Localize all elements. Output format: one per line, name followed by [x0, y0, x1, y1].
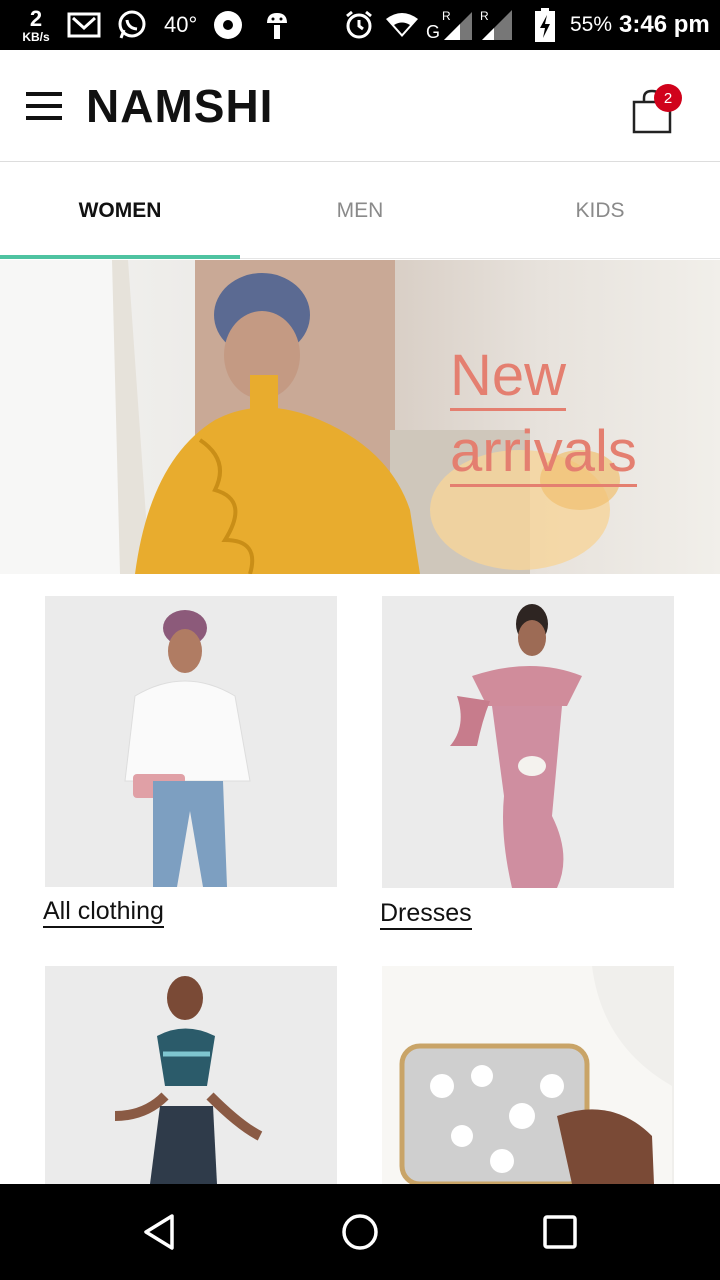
hero-title-line2: arrivals: [450, 420, 637, 487]
tab-indicator: [0, 255, 240, 259]
tab-kids[interactable]: KIDS: [480, 163, 720, 259]
tab-women[interactable]: WOMEN: [0, 163, 240, 259]
svg-text:R: R: [442, 9, 451, 23]
status-bar: 2 KB/s 40° GRR 55% 3:46 pm: [0, 0, 720, 50]
hero-title-line1: New: [450, 344, 567, 411]
category-label[interactable]: Dresses: [380, 898, 472, 930]
system-nav-bar: [0, 1184, 720, 1280]
hero-title: New arrivals: [450, 338, 637, 490]
net-speed-value: 2: [29, 5, 43, 31]
alarm-icon: [342, 0, 376, 50]
svg-text:G: G: [426, 22, 440, 42]
signal-icon: GRR: [424, 0, 514, 50]
battery-percent: 55%: [570, 13, 613, 36]
cart-badge: 2: [654, 84, 682, 112]
category-image: [45, 596, 337, 887]
net-speed: 2 KB/s: [14, 0, 58, 50]
media-icon: [212, 0, 244, 50]
back-icon[interactable]: [130, 1202, 190, 1262]
category-label[interactable]: All clothing: [43, 896, 164, 928]
gmail-icon: [66, 0, 102, 50]
clock: 3:46 pm: [619, 11, 710, 38]
category-image: [45, 966, 337, 1184]
android-icon: [262, 0, 292, 50]
wifi-icon: [384, 0, 420, 50]
whatsapp-icon: [114, 0, 150, 50]
menu-icon[interactable]: [24, 92, 64, 120]
brand-logo: NAMSHI: [86, 80, 274, 132]
tab-men[interactable]: MEN: [240, 163, 480, 259]
gender-tabs: WOMEN MEN KIDS: [0, 163, 720, 259]
net-speed-unit: KB/s: [22, 29, 50, 44]
category-image: [382, 596, 674, 888]
recents-icon[interactable]: [530, 1202, 590, 1262]
home-icon[interactable]: [330, 1202, 390, 1262]
hero-banner-new-arrivals[interactable]: New arrivals: [0, 260, 720, 574]
app-header: NAMSHI 2: [0, 50, 720, 162]
cart-button[interactable]: 2: [624, 80, 684, 140]
battery-icon: [532, 0, 558, 50]
svg-text:R: R: [480, 9, 489, 23]
temperature: 40°: [164, 12, 198, 37]
category-image: [382, 966, 674, 1184]
